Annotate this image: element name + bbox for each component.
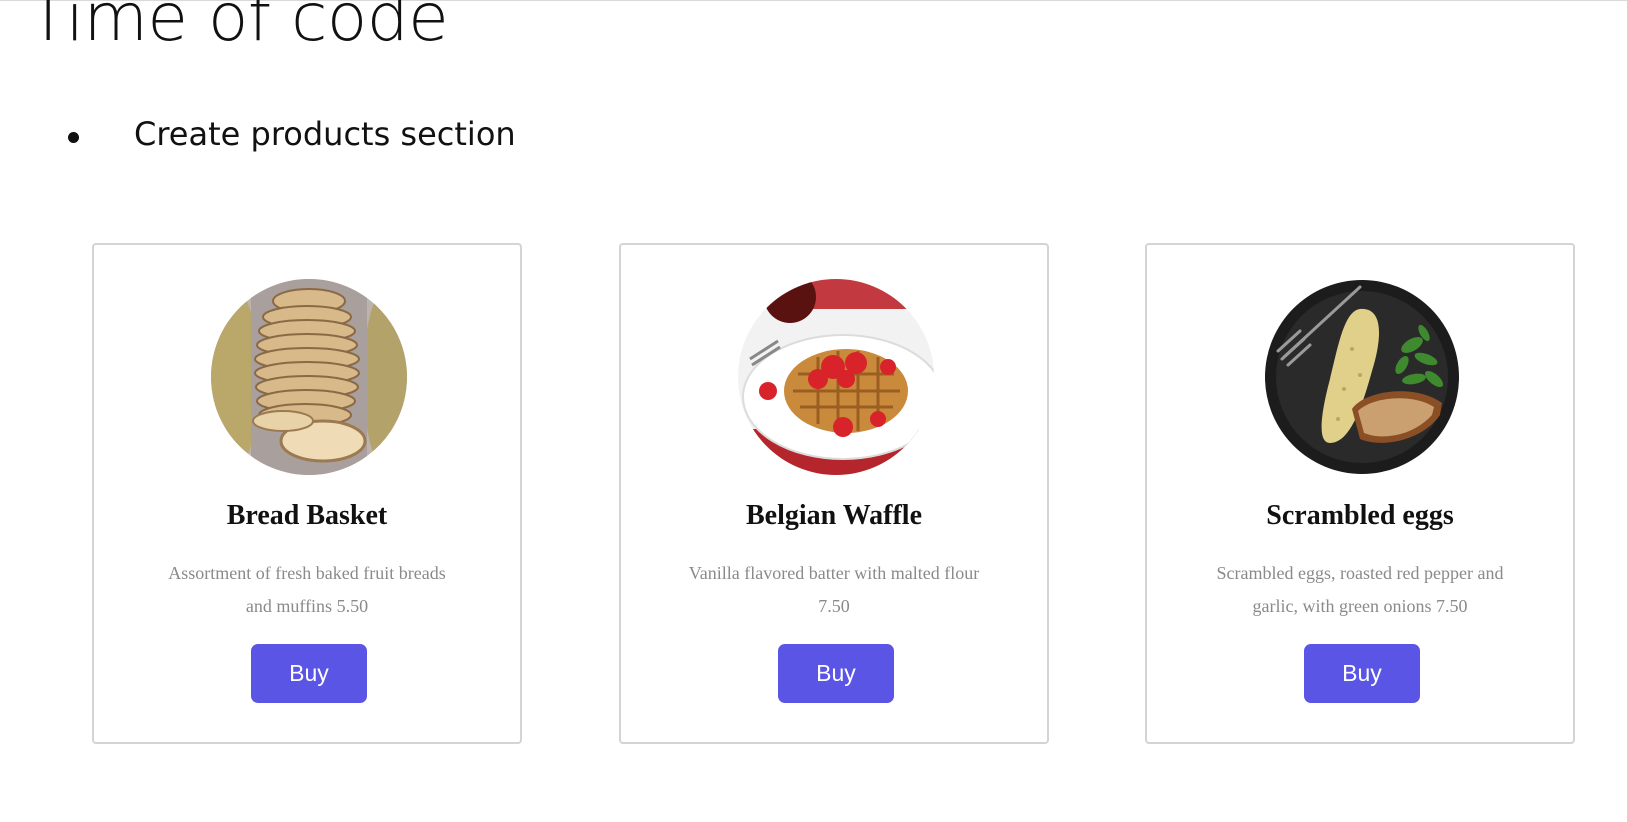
bread-photo xyxy=(211,279,407,475)
product-description: Vanilla flavored batter with malted flou… xyxy=(688,563,980,616)
buy-button[interactable]: Buy xyxy=(778,644,894,703)
product-card-belgian-waffle: Belgian Waffle Vanilla flavored batter w… xyxy=(619,243,1049,744)
product-title: Scrambled eggs xyxy=(1266,500,1454,531)
eggs-photo xyxy=(1264,279,1460,475)
buy-button[interactable]: Buy xyxy=(251,644,367,703)
product-card-bread-basket: Bread Basket Assortment of fresh baked f… xyxy=(92,243,522,744)
bullet-text: Create products section xyxy=(134,115,516,153)
product-title: Belgian Waffle xyxy=(745,500,923,531)
buy-button[interactable]: Buy xyxy=(1304,644,1420,703)
slide-title: Time of code xyxy=(28,0,449,56)
product-description: Scrambled eggs, roasted red pepper and g… xyxy=(1216,563,1504,616)
product-card-scrambled-eggs: Scrambled eggs Scrambled eggs, roasted r… xyxy=(1145,243,1575,744)
bullet-icon xyxy=(68,131,79,143)
product-description: Assortment of fresh baked fruit breads a… xyxy=(168,563,446,616)
waffle-photo xyxy=(738,279,934,475)
product-title: Bread Basket xyxy=(226,500,388,531)
bullet-item: Create products section xyxy=(68,112,516,156)
